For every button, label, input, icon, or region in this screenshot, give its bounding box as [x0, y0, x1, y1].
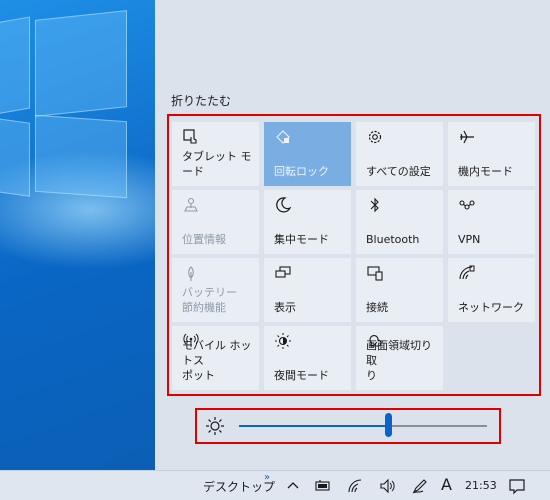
tile-label: 夜間モード [274, 369, 329, 382]
network-tray-icon[interactable] [347, 477, 365, 495]
connect-icon [367, 266, 383, 281]
taskbar: デスクトップ » A 21:53 [0, 470, 550, 500]
tile-label: 表示 [274, 301, 296, 314]
collapse-link[interactable]: 折りたたむ [171, 92, 231, 109]
action-center-icon[interactable] [508, 477, 526, 495]
brightness-sun-icon [206, 417, 224, 435]
brightness-slider-fill [239, 425, 388, 427]
brightness-slider-track[interactable] [239, 425, 487, 427]
tile-label: モバイル ホットス ポット [182, 339, 252, 382]
pen-workspace-icon[interactable] [411, 477, 429, 495]
project-icon [275, 266, 291, 278]
tile-label: ネットワーク [458, 301, 524, 314]
wallpaper-window-pane [35, 10, 127, 117]
tile-network[interactable]: ネットワーク [448, 258, 535, 322]
tile-vpn[interactable]: VPN [448, 190, 535, 254]
tile-label: すべての設定 [366, 165, 431, 178]
brightness-slider-thumb[interactable] [384, 413, 392, 437]
tile-all-settings[interactable]: すべての設定 [356, 122, 443, 186]
gear-icon [368, 130, 382, 144]
battery-icon[interactable] [314, 477, 332, 495]
bluetooth-icon [370, 197, 379, 213]
tile-label: Bluetooth [366, 233, 420, 246]
show-hidden-icons-icon[interactable] [284, 477, 302, 495]
wallpaper-window-pane [0, 16, 30, 116]
tile-label: VPN [458, 233, 481, 246]
tile-label: 回転ロック [274, 165, 329, 178]
tile-label: バッテリー 節約機能 [182, 286, 237, 314]
battery-saver-icon [188, 266, 194, 281]
tile-focus-assist[interactable]: 集中モード [264, 190, 351, 254]
network-icon [459, 265, 475, 280]
wallpaper-window-pane [0, 117, 30, 197]
tile-mobile-hotspot[interactable]: モバイル ホットス ポット [172, 326, 259, 390]
rotation-lock-icon [276, 130, 290, 144]
ime-mode-indicator[interactable]: A [441, 475, 452, 494]
moon-icon [276, 197, 292, 213]
tile-label: 画面領域切り取 り [366, 339, 432, 382]
location-icon [184, 197, 198, 212]
tile-snip[interactable]: 画面領域切り取 り [356, 326, 443, 390]
tile-label: 機内モード [458, 165, 513, 178]
tile-battery-saver[interactable]: バッテリー 節約機能 [172, 258, 259, 322]
tile-night-light[interactable]: 夜間モード [264, 326, 351, 390]
tile-airplane-mode[interactable]: 機内モード [448, 122, 535, 186]
wallpaper-window-pane [35, 114, 127, 199]
airplane-icon [460, 130, 474, 144]
toolbar-expand-chevrons[interactable]: » [264, 472, 270, 483]
tablet-mode-icon [183, 129, 197, 144]
tile-bluetooth[interactable]: Bluetooth [356, 190, 443, 254]
tile-location[interactable]: 位置情報 [172, 190, 259, 254]
quick-actions-grid: タブレット モード 回転ロック すべての設定 機内モード 位置情報 集中モード … [167, 114, 541, 396]
clock[interactable]: 21:53 [465, 479, 497, 492]
tile-tablet-mode[interactable]: タブレット モード [172, 122, 259, 186]
desktop-wallpaper [0, 0, 155, 470]
brightness-control [195, 408, 501, 444]
action-center-panel: 折りたたむ タブレット モード 回転ロック すべての設定 機内モード 位置情報 … [155, 0, 550, 470]
tile-label: 接続 [366, 301, 388, 314]
volume-icon[interactable] [378, 477, 396, 495]
tile-project[interactable]: 表示 [264, 258, 351, 322]
vpn-icon [459, 200, 475, 210]
tile-rotation-lock[interactable]: 回転ロック [264, 122, 351, 186]
tile-connect[interactable]: 接続 [356, 258, 443, 322]
tile-label: 集中モード [274, 233, 329, 246]
tile-label: 位置情報 [182, 233, 226, 246]
night-light-icon [275, 333, 291, 349]
tile-label: タブレット モード [182, 150, 252, 178]
